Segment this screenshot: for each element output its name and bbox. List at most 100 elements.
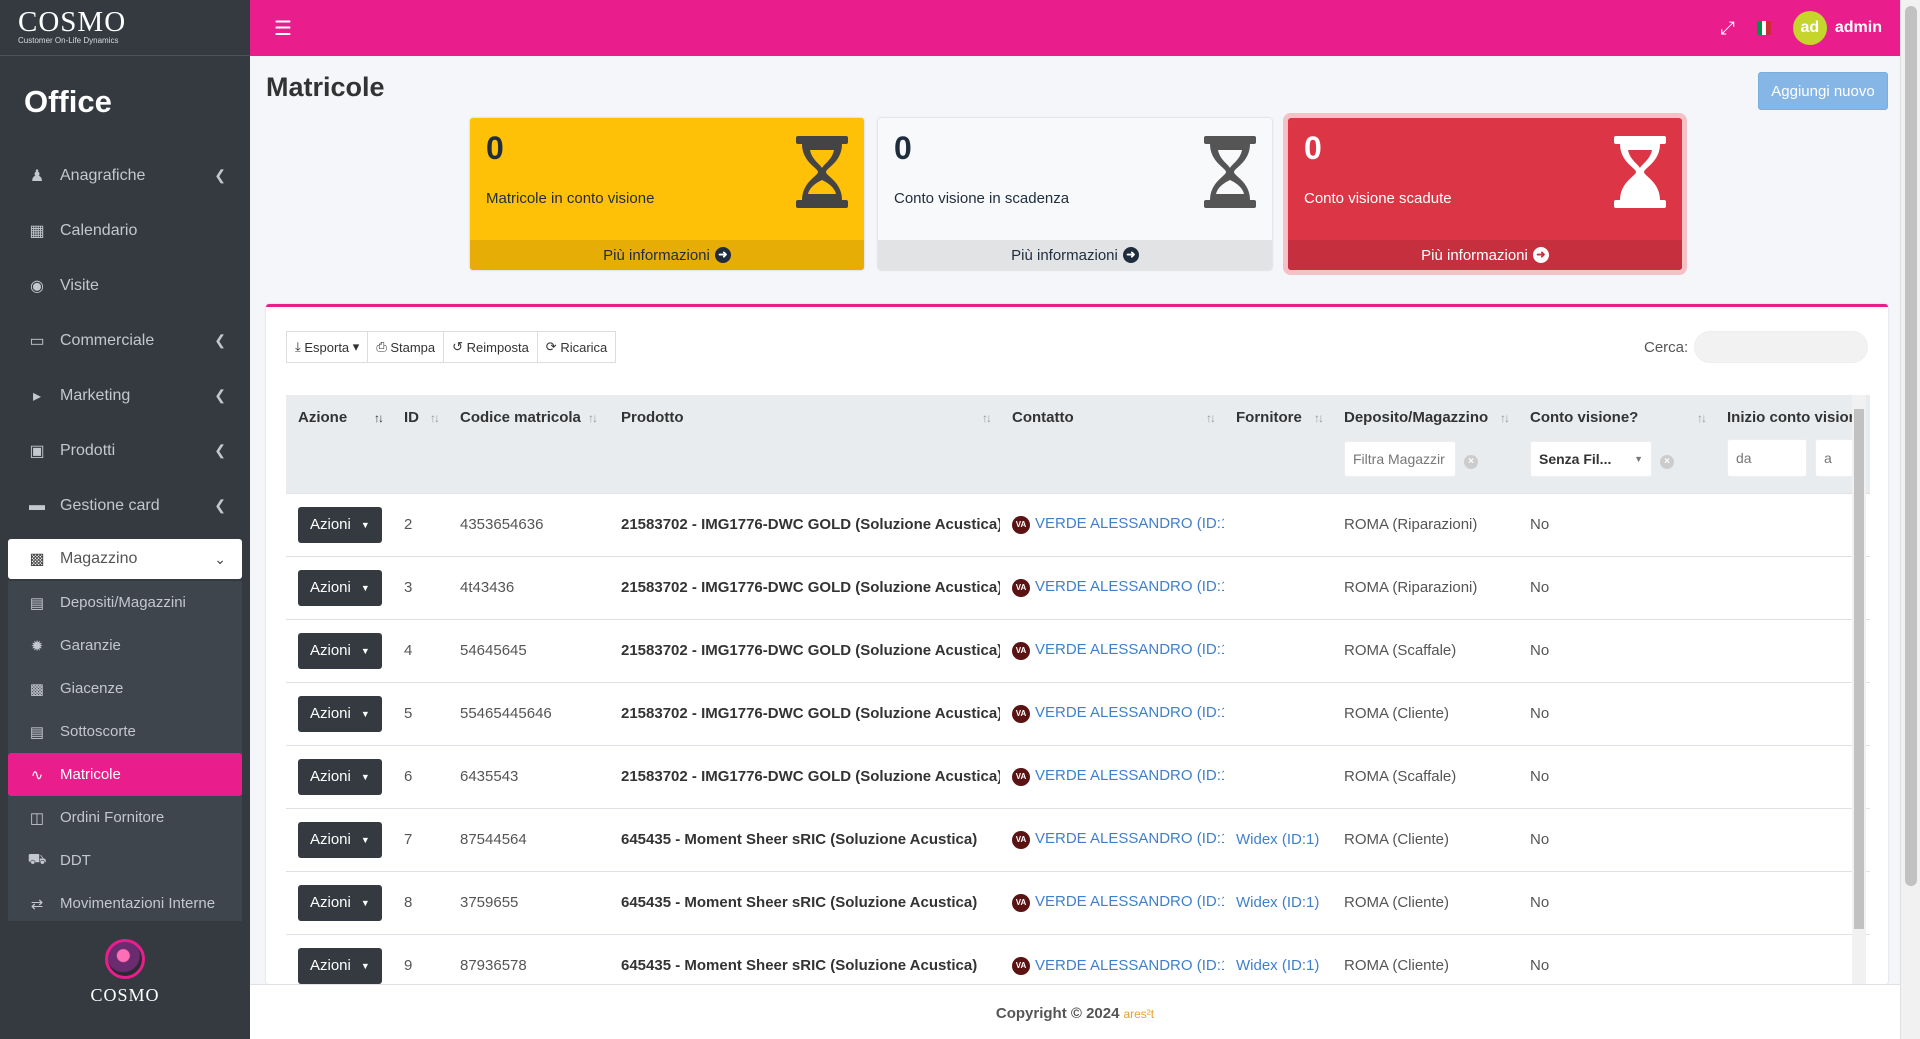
- matricole-card: ⤓ Esporta ▾ ⎙ Stampa ↺ Reimposta ⟳ Ricar…: [266, 304, 1888, 984]
- more-info-link[interactable]: Più informazioni ➜: [1288, 240, 1682, 270]
- sidebar-item-gestione-card[interactable]: ▬ Gestione card ❮: [8, 478, 242, 533]
- inizio-from-input[interactable]: da: [1727, 439, 1807, 477]
- contact-link[interactable]: VERDE ALESSANDRO (ID:1): [1035, 957, 1224, 974]
- supplier-link[interactable]: Widex (ID:1): [1236, 957, 1319, 974]
- contact-link[interactable]: VERDE ALESSANDRO (ID:1): [1035, 830, 1224, 847]
- sidebar-item-garanzie[interactable]: ✹ Garanzie: [8, 624, 242, 667]
- sidebar-item-giacenze[interactable]: ▩ Giacenze: [8, 667, 242, 710]
- col-codice[interactable]: Codice matricola ↑↓: [448, 395, 609, 493]
- caret-down-icon: ▼: [360, 834, 370, 845]
- sidebar-item-anagrafiche[interactable]: ♟ Anagrafiche ❮: [8, 148, 242, 203]
- contact-link[interactable]: VERDE ALESSANDRO (ID:1): [1035, 641, 1224, 658]
- hdd-icon: ▤: [29, 594, 45, 612]
- actions-dropdown-button[interactable]: Azioni ▼: [298, 506, 382, 543]
- actions-dropdown-button[interactable]: Azioni ▼: [298, 947, 382, 984]
- actions-dropdown-button[interactable]: Azioni ▼: [298, 884, 382, 921]
- product-cell: 645435 - Moment Sheer sRIC (Soluzione Ac…: [609, 807, 1000, 871]
- sidebar-item-marketing[interactable]: ▸ Marketing ❮: [8, 368, 242, 423]
- reset-button[interactable]: ↺ Reimposta: [444, 331, 538, 363]
- export-button[interactable]: ⤓ Esporta ▾: [286, 331, 369, 363]
- col-id[interactable]: ID ↑↓: [392, 395, 448, 493]
- contact-avatar: VA: [1012, 578, 1030, 597]
- more-info-link[interactable]: Più informazioni ➜: [470, 240, 864, 270]
- reload-label: Ricarica: [560, 339, 608, 355]
- brand[interactable]: COSMO Customer On-Life Dynamics: [0, 0, 250, 56]
- inizio-to-input[interactable]: a: [1815, 439, 1855, 477]
- sidebar-item-ordini-fornitore[interactable]: ◫ Ordini Fornitore: [8, 796, 242, 839]
- code-cell: 87544564: [448, 807, 609, 871]
- contact-cell: VA VERDE ALESSANDRO (ID:1): [1000, 681, 1224, 745]
- supplier-cell: [1224, 744, 1332, 808]
- contact-cell: VA VERDE ALESSANDRO (ID:1): [1000, 807, 1224, 871]
- refresh-icon: ⟳: [545, 339, 561, 354]
- table-row: Azioni ▼ 3 4t43436 21583702 - IMG1776-DWC GO…: [286, 555, 1870, 619]
- username[interactable]: admin: [1835, 19, 1882, 37]
- more-info-link[interactable]: Più informazioni ➜: [878, 240, 1272, 270]
- deposit-filter-input[interactable]: Filtra Magazzir: [1344, 441, 1456, 477]
- inizio-cell: [1715, 807, 1870, 871]
- col-contatto[interactable]: Contatto ↑↓: [1000, 395, 1224, 493]
- col-conto-visione[interactable]: Conto visione? ↑↓ Senza Fil... ▼ ×: [1518, 395, 1715, 493]
- col-inizio-conto[interactable]: Inizio conto vision da a: [1715, 395, 1870, 493]
- deposit-cell: ROMA (Cliente): [1332, 807, 1518, 871]
- column-header-label: Fornitore: [1236, 409, 1302, 426]
- table-scrollbar[interactable]: [1852, 395, 1866, 984]
- scrollbar-thumb[interactable]: [1854, 409, 1864, 929]
- page-scrollbar[interactable]: [1900, 0, 1920, 1039]
- sidebar-item-matricole[interactable]: ∿ Matricole: [8, 753, 242, 796]
- sidebar-item-depositi[interactable]: ▤ Depositi/Magazzini: [8, 581, 242, 624]
- actions-dropdown-button[interactable]: Azioni ▼: [298, 632, 382, 669]
- contact-link[interactable]: VERDE ALESSANDRO (ID:1): [1035, 893, 1224, 910]
- deposit-cell: ROMA (Cliente): [1332, 933, 1518, 984]
- sidebar-item-magazzino[interactable]: ▩ Magazzino ⌄: [8, 539, 242, 579]
- sidebar-item-label: Ordini Fornitore: [60, 809, 165, 826]
- column-header-label: ID: [404, 409, 419, 426]
- caret-down-icon: ▼: [360, 960, 370, 971]
- code-cell: 4353654636: [448, 492, 609, 556]
- col-prodotto[interactable]: Prodotto ↑↓: [609, 395, 1000, 493]
- clear-filter-icon[interactable]: ×: [1464, 455, 1478, 469]
- supplier-link[interactable]: Widex (ID:1): [1236, 831, 1319, 848]
- code-cell: 87936578: [448, 933, 609, 984]
- contact-link[interactable]: VERDE ALESSANDRO (ID:1): [1035, 515, 1224, 532]
- scrollbar-thumb[interactable]: [1905, 6, 1917, 886]
- add-new-button[interactable]: Aggiungi nuovo: [1758, 72, 1888, 110]
- col-fornitore[interactable]: Fornitore ↑↓: [1224, 395, 1332, 493]
- col-azione[interactable]: Azione ↑↓: [286, 395, 392, 493]
- contact-link[interactable]: VERDE ALESSANDRO (ID:1): [1035, 578, 1224, 595]
- caret-down-icon: ▼: [1634, 454, 1643, 464]
- assistive-listening-icon: ∿: [30, 766, 44, 784]
- actions-dropdown-button[interactable]: Azioni ▼: [298, 695, 382, 732]
- fullscreen-icon[interactable]: ⤢: [1720, 18, 1734, 39]
- actions-dropdown-button[interactable]: Azioni ▼: [298, 821, 382, 858]
- actions-dropdown-button[interactable]: Azioni ▼: [298, 758, 382, 795]
- actions-dropdown-button[interactable]: Azioni ▼: [298, 569, 382, 606]
- sidebar-item-calendario[interactable]: ▦ Calendario: [8, 203, 242, 258]
- contact-cell: VA VERDE ALESSANDRO (ID:1): [1000, 933, 1224, 984]
- sidebar-item-sottoscorte[interactable]: ▤ Sottoscorte: [8, 710, 242, 753]
- bullhorn-icon: ▸: [32, 387, 42, 405]
- print-button[interactable]: ⎙ Stampa: [368, 331, 445, 363]
- chevron-down-icon: ⌄: [214, 550, 226, 567]
- contact-link[interactable]: VERDE ALESSANDRO (ID:1): [1035, 767, 1224, 784]
- sidebar-item-visite[interactable]: ◉ Visite: [8, 258, 242, 313]
- reload-button[interactable]: ⟳ Ricarica: [537, 331, 617, 363]
- conto-visione-select[interactable]: Senza Fil... ▼: [1530, 441, 1652, 477]
- sidebar-item-prodotti[interactable]: ▣ Prodotti ❮: [8, 423, 242, 478]
- section-title: Office: [24, 84, 112, 119]
- col-deposito[interactable]: Deposito/Magazzino ↑↓ Filtra Magazzir ×: [1332, 395, 1518, 493]
- stat-box-scadute: 0 Conto visione scadute Più informazioni…: [1288, 118, 1682, 270]
- sidebar-item-commerciale[interactable]: ▭ Commerciale ❮: [8, 313, 242, 368]
- contact-link[interactable]: VERDE ALESSANDRO (ID:1): [1035, 704, 1224, 721]
- table-header-row: Azione ↑↓ ID ↑↓ Codice matricola ↑↓ Prodott…: [286, 395, 1870, 493]
- sidebar-item-ddt[interactable]: ⛟ DDT: [8, 839, 242, 882]
- avatar[interactable]: ad: [1792, 11, 1827, 45]
- action-cell: Azioni ▼: [286, 870, 392, 934]
- clear-filter-icon[interactable]: ×: [1660, 455, 1674, 469]
- search-input[interactable]: [1694, 331, 1868, 363]
- sidebar-item-label: Movimentazioni Interne: [60, 895, 216, 912]
- italy-flag-icon[interactable]: [1756, 21, 1771, 35]
- sidebar-item-movimentazioni[interactable]: ⇄ Movimentazioni Interne: [8, 882, 242, 925]
- supplier-link[interactable]: Widex (ID:1): [1236, 894, 1319, 911]
- hamburger-menu-icon[interactable]: ☰: [274, 16, 292, 41]
